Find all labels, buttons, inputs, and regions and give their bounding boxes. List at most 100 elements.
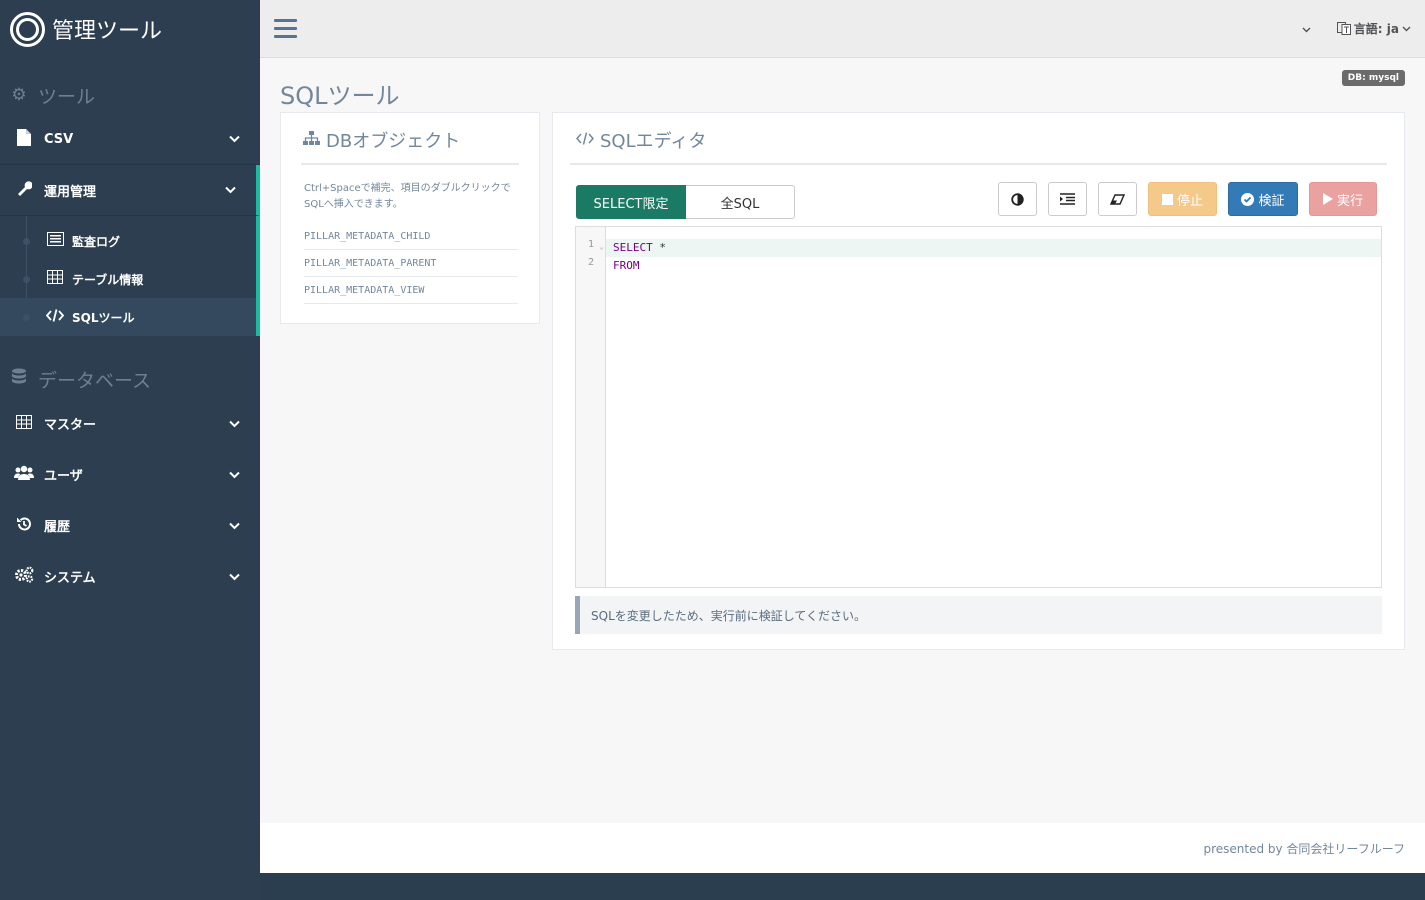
sql-keyword: FROM xyxy=(613,259,640,272)
select-only-mode-button[interactable]: SELECT限定 xyxy=(576,185,686,219)
language-icon xyxy=(1336,22,1351,35)
database-icon xyxy=(10,368,28,391)
sidebar-item-user[interactable]: ユーザ xyxy=(0,449,260,500)
line-number: 1 ⌄ xyxy=(587,239,604,251)
run-label: 実行 xyxy=(1336,193,1363,209)
sidebar-item-csv[interactable]: CSV xyxy=(0,114,260,165)
code-line: SELECT * xyxy=(606,239,1381,257)
sidebar-item-label: CSV xyxy=(44,131,74,147)
chevron-down-icon xyxy=(225,184,236,197)
all-sql-mode-button[interactable]: 全SQL xyxy=(686,185,795,219)
sub-item-label: 監査ログ xyxy=(72,234,121,249)
contrast-icon xyxy=(1011,192,1024,206)
db-object-item[interactable]: PILLAR_METADATA_CHILD xyxy=(304,223,518,250)
chevron-down-icon xyxy=(229,133,240,146)
verify-button[interactable]: 検証 xyxy=(1228,182,1298,216)
chevron-down-icon xyxy=(229,519,240,532)
wrench-icon xyxy=(14,180,34,200)
chevron-down-icon xyxy=(229,417,240,430)
format-button[interactable] xyxy=(1048,182,1087,216)
sub-item-label: テーブル情報 xyxy=(72,272,144,287)
sidebar-item-sql-tool[interactable]: SQLツール xyxy=(0,298,256,336)
clear-button[interactable] xyxy=(1098,182,1137,216)
chevron-down-icon xyxy=(229,468,240,481)
footer: presented by 合同会社リーフルーフ xyxy=(260,823,1425,873)
table-icon xyxy=(14,414,34,433)
theme-toggle-button[interactable] xyxy=(998,182,1037,216)
sidebar-item-system[interactable]: システム xyxy=(0,551,260,602)
run-button[interactable]: 実行 xyxy=(1309,182,1377,216)
sidebar: 管理ツール ⚙ ツール CSV 運用管理 監査ログ テーブル情報 SQLツール … xyxy=(0,0,260,900)
indent-icon xyxy=(1060,193,1075,205)
chevron-down-icon xyxy=(1402,26,1411,31)
editor-actions: 停止 検証 実行 xyxy=(998,182,1377,216)
section-header-database: データベース xyxy=(0,360,260,398)
completion-hint: Ctrl+Spaceで補完、項目のダブルクリックでSQLへ挿入できます。 xyxy=(304,183,511,210)
brand-title: 管理ツール xyxy=(52,19,163,44)
history-icon xyxy=(14,516,34,536)
top-navbar: 言語: ja xyxy=(260,0,1425,58)
sql-mode-toggle: SELECT限定 全SQL xyxy=(576,185,795,219)
sidebar-item-table-info[interactable]: テーブル情報 xyxy=(0,260,256,298)
gears-icon xyxy=(14,566,34,587)
line-number-gutter: 1 ⌄ 2 xyxy=(576,227,606,587)
sidebar-item-master[interactable]: マスター xyxy=(0,398,260,449)
code-icon xyxy=(45,308,65,326)
verify-notice: SQLを変更したため、実行前に検証してください。 xyxy=(575,596,1382,634)
sql-editor-title: SQLエディタ xyxy=(570,127,1387,165)
ops-submenu: 監査ログ テーブル情報 SQLツール xyxy=(0,216,260,336)
top-right-controls: 言語: ja xyxy=(1302,20,1411,37)
gear-icon: ⚙ xyxy=(11,85,27,105)
list-icon xyxy=(46,232,64,250)
stop-button[interactable]: 停止 xyxy=(1148,182,1217,216)
play-icon xyxy=(1322,193,1333,205)
db-object-item[interactable]: PILLAR_METADATA_PARENT xyxy=(304,250,518,277)
user-dropdown-chevron-icon[interactable] xyxy=(1302,22,1311,36)
language-selector[interactable]: 言語: ja xyxy=(1336,20,1411,37)
sitemap-icon xyxy=(303,130,320,150)
users-icon xyxy=(14,465,34,484)
panel-title-text: SQLエディタ xyxy=(600,131,707,152)
main-content: 言語: ja SQLツール DB: mysql DBオブジェクト Ctrl+Sp… xyxy=(260,0,1425,873)
sql-token: * xyxy=(652,241,666,254)
code-line: FROM xyxy=(606,257,1381,275)
check-circle-icon xyxy=(1241,192,1255,206)
verify-label: 検証 xyxy=(1258,193,1285,209)
sidebar-item-label: マスター xyxy=(44,418,97,433)
panel-title-text: DBオブジェクト xyxy=(326,131,461,152)
sql-keyword: SELECT xyxy=(613,241,653,254)
fold-chevron-icon[interactable]: ⌄ xyxy=(599,242,604,251)
language-label: 言語: ja xyxy=(1353,22,1399,36)
sidebar-item-audit-log[interactable]: 監査ログ xyxy=(0,222,256,260)
brand[interactable]: 管理ツール xyxy=(0,0,260,58)
sub-item-label: SQLツール xyxy=(72,310,135,325)
code-icon xyxy=(575,131,595,149)
db-objects-title: DBオブジェクト xyxy=(301,127,519,165)
db-object-item[interactable]: PILLAR_METADATA_VIEW xyxy=(304,277,518,304)
db-badge: DB: mysql xyxy=(1341,70,1405,86)
section-label: データベース xyxy=(38,369,152,392)
sidebar-item-history[interactable]: 履歴 xyxy=(0,500,260,551)
page-title: SQLツール xyxy=(280,82,400,110)
table-icon xyxy=(46,270,64,288)
eraser-icon xyxy=(1110,193,1125,205)
sidebar-item-label: システム xyxy=(44,571,96,586)
sql-code-editor[interactable]: 1 ⌄ 2 SELECT * FROM xyxy=(575,226,1382,588)
section-header-tools: ⚙ ツール xyxy=(0,76,260,114)
stop-label: 停止 xyxy=(1176,193,1203,209)
section-label: ツール xyxy=(38,85,96,108)
sidebar-item-label: 履歴 xyxy=(44,520,71,535)
line-number: 2 xyxy=(587,257,594,268)
db-object-list: PILLAR_METADATA_CHILD PILLAR_METADATA_PA… xyxy=(304,223,518,304)
brand-logo-icon xyxy=(10,11,45,47)
code-content[interactable]: SELECT * FROM xyxy=(606,227,1381,587)
db-objects-panel: DBオブジェクト Ctrl+Spaceで補完、項目のダブルクリックでSQLへ挿入… xyxy=(280,112,540,324)
stop-icon xyxy=(1161,193,1173,205)
file-icon xyxy=(14,128,34,150)
sidebar-item-ops[interactable]: 運用管理 xyxy=(0,165,260,216)
sql-editor-panel: SQLエディタ SELECT限定 全SQL 停止 検証 実行 1 ⌄ 2 SEL… xyxy=(552,112,1405,650)
chevron-down-icon xyxy=(229,570,240,583)
sidebar-item-label: ユーザ xyxy=(44,469,83,484)
sidebar-item-label: 運用管理 xyxy=(44,184,97,200)
menu-toggle-icon[interactable] xyxy=(274,19,297,38)
